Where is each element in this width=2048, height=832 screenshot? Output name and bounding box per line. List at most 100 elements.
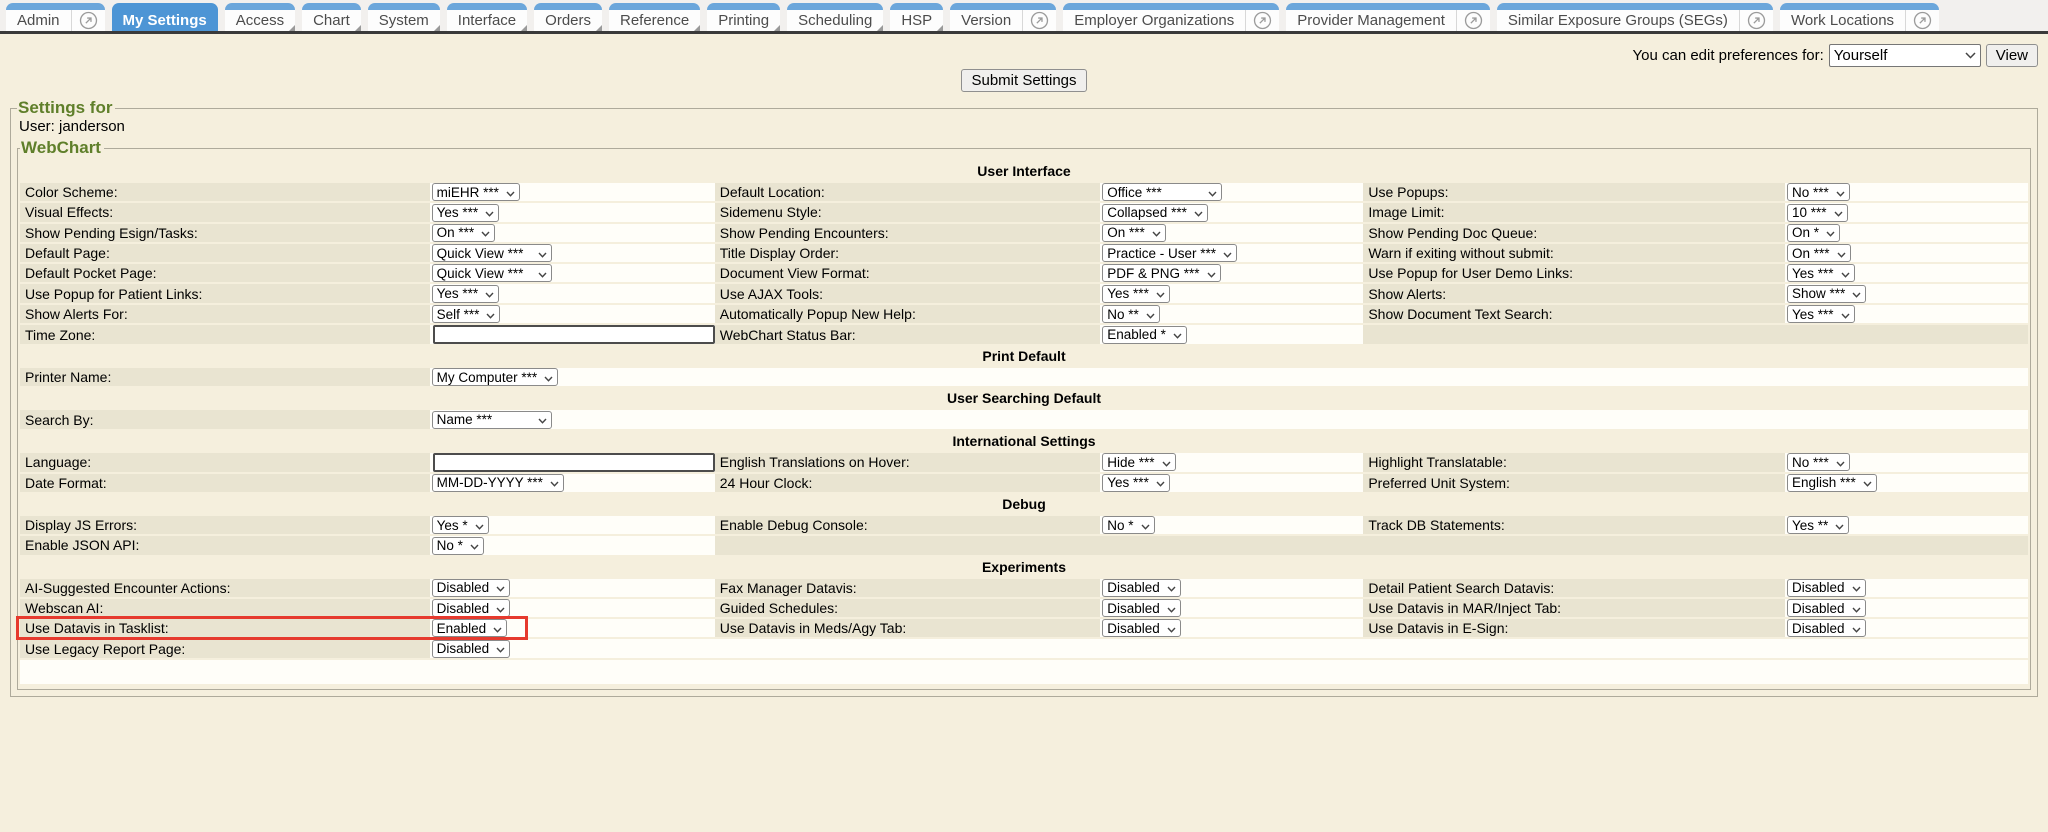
setting-label-cell: Time Zone:	[20, 325, 430, 344]
enable-json-api-select[interactable]: No *	[432, 537, 484, 555]
tab-my-settings[interactable]: My Settings	[112, 3, 218, 31]
setting-control-cell: Disabled	[430, 599, 715, 617]
use-legacy-report-page-label: Use Legacy Report Page:	[25, 641, 185, 657]
show-document-text-search-select[interactable]: Yes ***	[1787, 305, 1855, 323]
view-button[interactable]: View	[1986, 44, 2038, 67]
use-datavis-in-mar-inject-tab-select[interactable]: Disabled	[1787, 599, 1866, 617]
show-pending-encounters-label: Show Pending Encounters:	[720, 225, 889, 241]
chevron-down-icon	[1167, 580, 1176, 595]
use-datavis-in-meds-agy-tab-select[interactable]: Disabled	[1102, 619, 1181, 637]
printer-name-select[interactable]: My Computer ***	[432, 368, 559, 386]
tab-printing[interactable]: Printing	[707, 3, 780, 31]
warn-if-exiting-without-submit-select[interactable]: On ***	[1787, 244, 1851, 262]
setting-control-cell: Disabled	[430, 579, 715, 597]
tab-hsp[interactable]: HSP	[890, 3, 943, 31]
tab-label: My Settings	[112, 10, 218, 31]
webscan-ai-select[interactable]: Disabled	[432, 599, 511, 617]
visual-effects-select[interactable]: Yes ***	[432, 204, 500, 222]
track-db-statements-select[interactable]: Yes **	[1787, 516, 1849, 534]
preferences-select[interactable]: Yourself	[1829, 44, 1981, 67]
setting-control-cell: My Computer ***	[430, 368, 715, 386]
use-ajax-tools-select[interactable]: Yes ***	[1102, 285, 1170, 303]
color-scheme-select[interactable]: miEHR ***	[432, 183, 520, 201]
chevron-down-icon	[1852, 601, 1861, 616]
setting-control-cell: Self ***	[430, 305, 715, 323]
use-datavis-in-tasklist-select[interactable]: Enabled	[432, 619, 508, 637]
document-view-format-select[interactable]: PDF & PNG ***	[1102, 264, 1220, 282]
highlight-translatable-select[interactable]: No ***	[1787, 453, 1850, 471]
use-popups-select[interactable]: No ***	[1787, 183, 1850, 201]
settings-fieldset: Settings for User: janderson WebChart Us…	[10, 98, 2038, 697]
section-header-user-interface: User Interface	[20, 161, 2028, 181]
chevron-down-icon	[1965, 52, 1976, 59]
select-value: Disabled	[437, 641, 490, 656]
show-document-text-search-label: Show Document Text Search:	[1368, 306, 1552, 322]
tab-provider-management[interactable]: Provider Management	[1286, 3, 1490, 31]
preferred-unit-system-select[interactable]: English ***	[1787, 474, 1877, 492]
submit-settings-button[interactable]: Submit Settings	[961, 69, 1086, 92]
use-datavis-in-e-sign-select[interactable]: Disabled	[1787, 619, 1866, 637]
setting-label-cell: Fax Manager Datavis:	[715, 579, 1101, 597]
tab-similar-exposure-groups-segs[interactable]: Similar Exposure Groups (SEGs)	[1497, 3, 1773, 31]
24-hour-clock-select[interactable]: Yes ***	[1102, 474, 1170, 492]
title-display-order-select[interactable]: Practice - User ***	[1102, 244, 1237, 262]
use-popup-for-patient-links-select[interactable]: Yes ***	[432, 285, 500, 303]
tab-orders[interactable]: Orders	[534, 3, 602, 31]
select-value: Disabled	[1792, 580, 1845, 595]
show-pending-doc-queue-select[interactable]: On *	[1787, 224, 1840, 242]
search-by-select[interactable]: Name ***	[432, 411, 552, 429]
external-link-icon[interactable]	[1022, 10, 1056, 31]
time-zone-input[interactable]	[433, 325, 715, 344]
use-datavis-in-e-sign-label: Use Datavis in E-Sign:	[1368, 620, 1508, 636]
tab-system[interactable]: System	[368, 3, 440, 31]
empty-cell	[1363, 325, 1785, 344]
default-page-select[interactable]: Quick View ***	[432, 244, 552, 262]
tab-version[interactable]: Version	[950, 3, 1056, 31]
setting-control-cell: Office ***	[1100, 183, 1363, 201]
date-format-select[interactable]: MM-DD-YYYY ***	[432, 474, 564, 492]
tab-reference[interactable]: Reference	[609, 3, 700, 31]
show-pending-encounters-select[interactable]: On ***	[1102, 224, 1166, 242]
setting-label-cell: Show Pending Doc Queue:	[1363, 224, 1785, 242]
select-value: My Computer ***	[437, 370, 538, 385]
external-link-icon[interactable]	[1456, 10, 1490, 31]
detail-patient-search-datavis-select[interactable]: Disabled	[1787, 579, 1866, 597]
image-limit-select[interactable]: 10 ***	[1787, 204, 1848, 222]
language-input[interactable]	[433, 453, 715, 472]
external-link-icon[interactable]	[1739, 10, 1773, 31]
setting-control-cell: Disabled	[1785, 599, 2028, 617]
external-link-icon[interactable]	[1245, 10, 1279, 31]
webchart-status-bar-select[interactable]: Enabled *	[1102, 326, 1187, 344]
tab-scheduling[interactable]: Scheduling	[787, 3, 883, 31]
guided-schedules-select[interactable]: Disabled	[1102, 599, 1181, 617]
empty-cell	[1785, 536, 2028, 554]
external-link-icon[interactable]	[71, 10, 105, 31]
tab-work-locations[interactable]: Work Locations	[1780, 3, 1939, 31]
show-alerts-select[interactable]: Show ***	[1787, 285, 1866, 303]
english-translations-on-hover-select[interactable]: Hide ***	[1102, 453, 1175, 471]
tab-chart[interactable]: Chart	[302, 3, 361, 31]
setting-label-cell: Webscan AI:	[20, 599, 430, 617]
default-pocket-page-select[interactable]: Quick View ***	[432, 264, 552, 282]
setting-control-cell: Practice - User ***	[1100, 244, 1363, 262]
tab-interface[interactable]: Interface	[447, 3, 527, 31]
ai-suggested-encounter-actions-select[interactable]: Disabled	[432, 579, 511, 597]
show-alerts-for-select[interactable]: Self ***	[432, 305, 501, 323]
tab-admin[interactable]: Admin	[6, 3, 105, 31]
chevron-down-icon	[1167, 621, 1176, 636]
sidemenu-style-select[interactable]: Collapsed ***	[1102, 204, 1208, 222]
tab-access[interactable]: Access	[225, 3, 295, 31]
automatically-popup-new-help-select[interactable]: No **	[1102, 305, 1160, 323]
fax-manager-datavis-select[interactable]: Disabled	[1102, 579, 1181, 597]
display-js-errors-select[interactable]: Yes *	[432, 516, 489, 534]
color-scheme-label: Color Scheme:	[25, 184, 118, 200]
chevron-down-icon	[1863, 475, 1872, 490]
use-popup-for-user-demo-links-select[interactable]: Yes ***	[1787, 264, 1855, 282]
enable-debug-console-select[interactable]: No *	[1102, 516, 1154, 534]
tab-employer-organizations[interactable]: Employer Organizations	[1063, 3, 1279, 31]
show-pending-esign-tasks-select[interactable]: On ***	[432, 224, 496, 242]
table-row: Language:English Translations on Hover:H…	[20, 453, 2028, 472]
external-link-icon[interactable]	[1905, 10, 1939, 31]
default-location-select[interactable]: Office ***	[1102, 183, 1222, 201]
use-legacy-report-page-select[interactable]: Disabled	[432, 640, 511, 658]
